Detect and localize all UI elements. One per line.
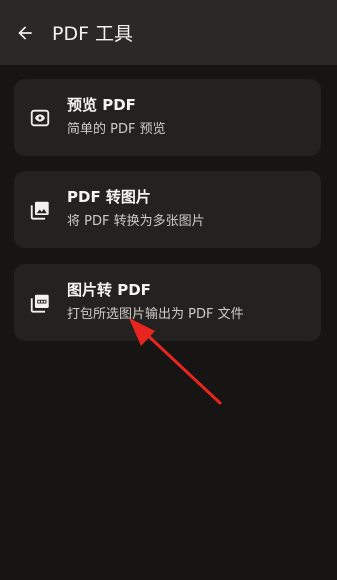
arrow-back-icon xyxy=(18,26,32,40)
tool-title: 图片转 PDF xyxy=(67,281,151,299)
tool-card-pdf-to-images[interactable]: PDF 转图片 将 PDF 转换为多张图片 xyxy=(14,171,321,248)
app-bar: PDF 工具 xyxy=(0,0,337,65)
tool-subtitle: 打包所选图片输出为 PDF 文件 xyxy=(67,307,244,322)
tool-subtitle: 简单的 PDF 预览 xyxy=(67,122,166,137)
eye-icon xyxy=(29,107,51,129)
page-title: PDF 工具 xyxy=(52,23,134,45)
back-button[interactable] xyxy=(12,20,38,46)
tool-title: 预览 PDF xyxy=(67,96,136,114)
tool-title: PDF 转图片 xyxy=(67,188,151,206)
tool-card-images-to-pdf[interactable]: 图片转 PDF 打包所选图片输出为 PDF 文件 xyxy=(14,264,321,341)
image-icon xyxy=(29,199,51,221)
pdf-file-icon xyxy=(29,292,51,314)
tool-subtitle: 将 PDF 转换为多张图片 xyxy=(67,214,205,229)
tool-card-preview[interactable]: 预览 PDF 简单的 PDF 预览 xyxy=(14,79,321,156)
